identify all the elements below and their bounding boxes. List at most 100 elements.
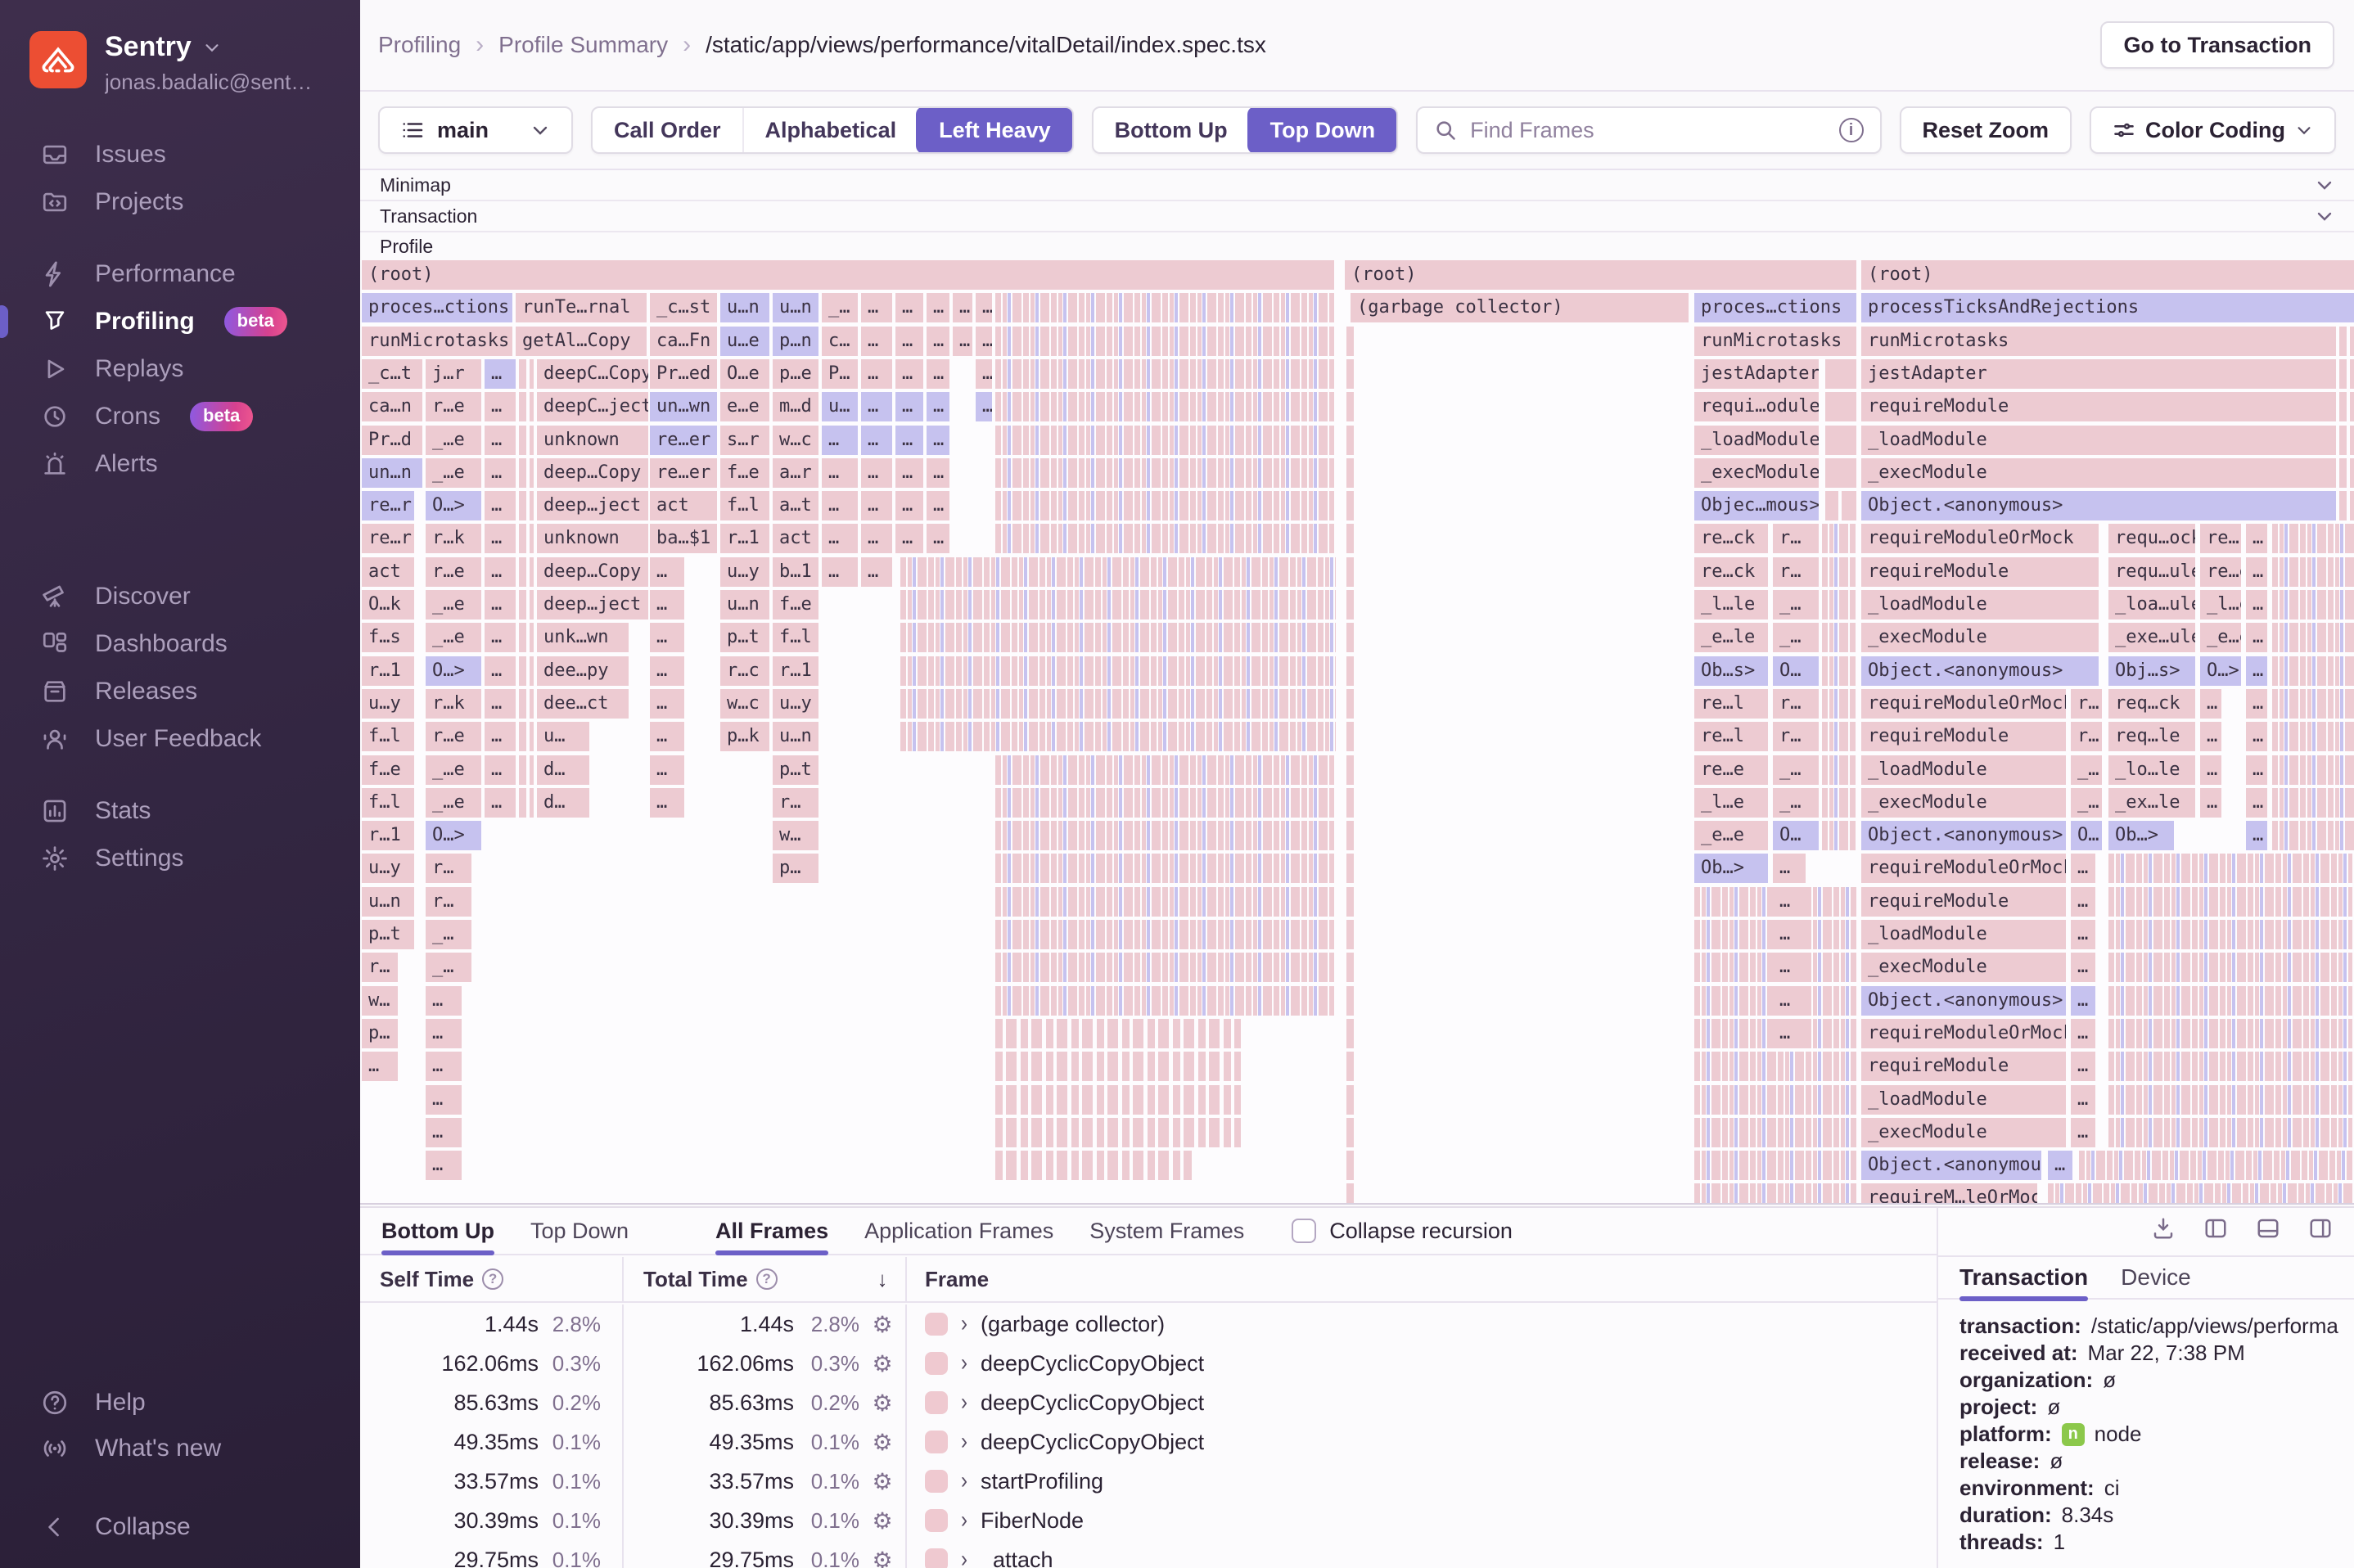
flame-frame-cluster[interactable]: [900, 556, 1336, 587]
flame-frame-cluster[interactable]: [2108, 985, 2352, 1016]
flame-frame[interactable]: r…e: [426, 722, 481, 752]
flame-frame[interactable]: …: [650, 623, 684, 653]
flame-frame[interactable]: d…: [537, 787, 589, 818]
flame-frame-cluster[interactable]: [995, 358, 1334, 389]
flame-frame[interactable]: …: [650, 556, 684, 587]
flame-frame-cluster[interactable]: [1346, 392, 1356, 422]
flame-frame[interactable]: O…>: [426, 821, 481, 851]
flame-frame[interactable]: _e…e: [1694, 821, 1768, 851]
sidebar-item-releases[interactable]: Releases: [0, 668, 360, 715]
flame-frame-cluster[interactable]: [519, 656, 534, 686]
flame-frame-cluster[interactable]: [1694, 1084, 1856, 1115]
flame-frame[interactable]: requireModule: [1861, 722, 2066, 752]
flame-frame[interactable]: r…e: [426, 556, 481, 587]
flame-frame[interactable]: …: [895, 457, 923, 488]
flame-frame[interactable]: _l…e: [1694, 787, 1768, 818]
flame-frame[interactable]: _e…e: [2200, 623, 2241, 653]
flame-frame-cluster[interactable]: [995, 1151, 1192, 1181]
flame-frame[interactable]: r…k: [426, 688, 481, 719]
sort-option-alphabetical[interactable]: Alphabetical: [742, 108, 918, 152]
sidebar-item-projects[interactable]: Projects: [0, 178, 360, 226]
flame-frame-cluster[interactable]: [1346, 457, 1356, 488]
table-row[interactable]: 1.44s 2.8% 1.44s 2.8% ⚙ › (garbage collector): [360, 1304, 1937, 1344]
flame-frame[interactable]: w…c: [720, 688, 769, 719]
flame-frame[interactable]: O…: [1773, 821, 1819, 851]
flame-frame-cluster[interactable]: [1346, 722, 1356, 752]
flame-frame[interactable]: Object.<anonymous>: [1861, 491, 2336, 521]
thread-select[interactable]: main: [378, 106, 573, 154]
table-row[interactable]: 33.57ms 0.1% 33.57ms 0.1% ⚙ › startProfiling: [360, 1462, 1937, 1501]
flame-frame-cluster[interactable]: [1822, 755, 1856, 785]
flame-frame-cluster[interactable]: [995, 392, 1334, 422]
flame-frame-cluster[interactable]: [1346, 326, 1356, 356]
flame-frame-cluster[interactable]: [995, 1117, 1241, 1147]
flame-frame[interactable]: jestAdapter: [1861, 358, 2336, 389]
flame-frame[interactable]: unknown: [537, 425, 648, 455]
flame-frame[interactable]: Pr…d: [362, 425, 422, 455]
flame-frame-cluster[interactable]: [1346, 1117, 1356, 1147]
flame-frame[interactable]: _…: [1773, 755, 1819, 785]
flame-frame[interactable]: …: [2071, 920, 2095, 949]
flame-frame[interactable]: …: [2071, 1084, 2095, 1115]
flame-frame[interactable]: …: [1773, 1018, 1806, 1048]
flame-frame[interactable]: requireModule: [1861, 392, 2336, 422]
flame-frame[interactable]: Object.<anonymous>: [1861, 656, 2099, 686]
flame-frame[interactable]: …: [650, 787, 684, 818]
flame-frame[interactable]: _execModule: [1861, 457, 2336, 488]
flame-frame[interactable]: r…: [362, 953, 398, 983]
flame-frame[interactable]: (root): [362, 260, 1334, 290]
expand-chevron-icon[interactable]: ›: [961, 1507, 967, 1534]
sidebar-item-issues[interactable]: Issues: [0, 131, 360, 178]
frame-settings-gear-icon[interactable]: ⚙: [859, 1468, 905, 1495]
flame-frame[interactable]: [1825, 392, 1856, 422]
flame-frame[interactable]: r…1: [720, 524, 769, 554]
flame-frame-cluster[interactable]: [1822, 722, 1856, 752]
flame-frame[interactable]: r…: [1773, 524, 1819, 554]
flame-frame[interactable]: …: [2246, 688, 2267, 719]
flame-frame[interactable]: re…r: [362, 524, 414, 554]
flame-frame[interactable]: …: [426, 1018, 462, 1048]
flame-frame[interactable]: O…>: [426, 656, 481, 686]
flame-frame[interactable]: _…: [1773, 590, 1819, 620]
flame-frame-cluster[interactable]: [1346, 755, 1356, 785]
flame-frame[interactable]: Object.<anonymous>: [1861, 821, 2066, 851]
flame-frame[interactable]: …: [2071, 953, 2095, 983]
flame-frame[interactable]: Object.<anonymous>: [1861, 985, 2066, 1016]
expand-chevron-icon[interactable]: ›: [961, 1467, 967, 1495]
flame-frame[interactable]: …: [2200, 787, 2221, 818]
flame-frame-cluster[interactable]: [2339, 491, 2354, 521]
flame-frame-cluster[interactable]: [519, 358, 534, 389]
flame-frame-cluster[interactable]: [2108, 1052, 2352, 1082]
flame-frame[interactable]: re…l: [1694, 688, 1768, 719]
flame-frame[interactable]: processTicksAndRejections: [1861, 293, 2354, 323]
flame-frame[interactable]: p…: [773, 854, 818, 884]
flame-frame[interactable]: [1825, 491, 1838, 521]
flame-frame[interactable]: ca…Fn: [650, 326, 717, 356]
flame-frame-cluster[interactable]: [995, 1084, 1241, 1115]
flame-frame[interactable]: Pr…ed: [650, 358, 717, 389]
table-row[interactable]: 29.75ms 0.1% 29.75ms 0.1% ⚙ › _attach: [360, 1540, 1937, 1568]
export-profile-icon[interactable]: [2151, 1216, 2176, 1241]
flame-frame-cluster[interactable]: [2272, 755, 2354, 785]
expand-chevron-icon[interactable]: ›: [961, 1349, 967, 1377]
flame-frame[interactable]: r…: [1773, 688, 1819, 719]
flame-frame[interactable]: _loadModule: [1861, 755, 2066, 785]
flame-frame[interactable]: …: [976, 358, 992, 389]
flame-frame[interactable]: _exe…ule: [2108, 623, 2195, 653]
flame-frame-cluster[interactable]: [995, 293, 1334, 323]
flame-frame[interactable]: O…k: [362, 590, 414, 620]
flame-frame[interactable]: a…t: [773, 491, 818, 521]
flame-frame[interactable]: …: [2071, 1052, 2095, 1082]
flame-frame[interactable]: (root): [1345, 260, 1856, 290]
flame-frame-cluster[interactable]: [1346, 425, 1356, 455]
flame-frame-cluster[interactable]: [2339, 457, 2354, 488]
view-option-top-down[interactable]: Top Down: [1247, 108, 1397, 152]
layout-left-icon[interactable]: [2203, 1216, 2228, 1241]
flame-frame[interactable]: u…y: [773, 688, 818, 719]
flame-frame[interactable]: r…: [426, 854, 471, 884]
total-time-header[interactable]: Total Time: [643, 1267, 748, 1292]
flame-frame[interactable]: r…e: [426, 392, 481, 422]
flame-frame[interactable]: …: [485, 688, 516, 719]
chevron-down-icon[interactable]: [2315, 206, 2334, 226]
flame-frame[interactable]: …: [861, 358, 892, 389]
